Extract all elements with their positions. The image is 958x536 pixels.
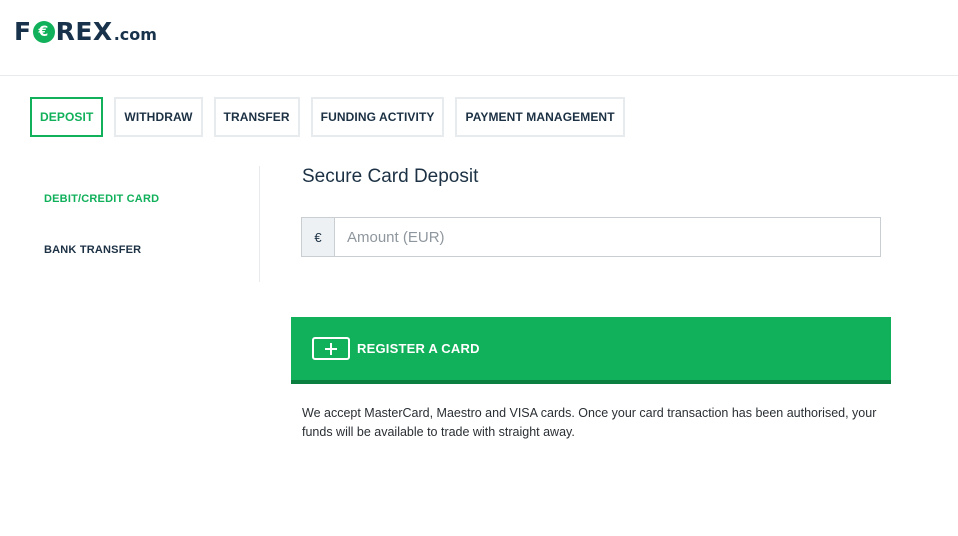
amount-input[interactable]: [335, 218, 880, 256]
register-card-label: REGISTER A CARD: [357, 341, 480, 356]
logo-suffix: .com: [113, 25, 157, 44]
amount-field-group: €: [301, 217, 881, 257]
accepted-cards-note: We accept MasterCard, Maestro and VISA c…: [302, 406, 877, 439]
forex-logo[interactable]: F REX .com: [14, 17, 157, 47]
register-card-button[interactable]: REGISTER A CARD: [291, 317, 891, 384]
euro-coin-icon: [32, 20, 55, 43]
logo-wordmark: F REX: [14, 17, 113, 46]
logo-letters-rex: REX: [55, 17, 113, 46]
deposit-method-nav: DEBIT/CREDIT CARD BANK TRANSFER: [44, 166, 260, 282]
tab-transfer[interactable]: TRANSFER: [213, 97, 300, 137]
page-title: Secure Card Deposit: [302, 166, 479, 187]
site-header: F REX .com: [0, 0, 958, 76]
currency-symbol: €: [302, 218, 335, 256]
tab-deposit[interactable]: DEPOSIT: [30, 97, 104, 137]
funding-tabs: DEPOSIT WITHDRAW TRANSFER FUNDING ACTIVI…: [30, 97, 636, 137]
tab-payment-management[interactable]: PAYMENT MANAGEMENT: [455, 97, 625, 137]
tab-withdraw[interactable]: WITHDRAW: [114, 97, 203, 137]
sidenav-item-bank-transfer[interactable]: BANK TRANSFER: [44, 244, 141, 256]
sidenav-item-debit-credit-card[interactable]: DEBIT/CREDIT CARD: [44, 193, 159, 205]
logo-letter-f: F: [14, 17, 32, 46]
tab-funding-activity[interactable]: FUNDING ACTIVITY: [310, 97, 445, 137]
plus-icon: [312, 337, 350, 360]
